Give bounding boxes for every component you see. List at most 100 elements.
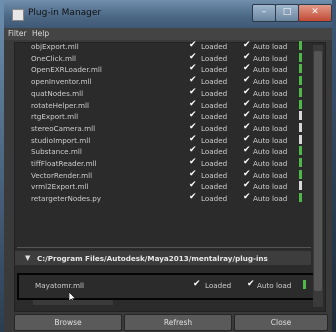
list-item: OneClick.mll ✔ Loaded ✔ Auto load <box>15 52 311 64</box>
auto-load-label: Auto load <box>253 182 288 192</box>
loaded-checkbox[interactable]: ✔ <box>189 111 197 120</box>
loaded-checkbox[interactable]: ✔ <box>189 99 197 108</box>
loaded-checkbox[interactable]: ✔ <box>189 158 197 167</box>
list-item: retargeterNodes.py ✔ Loaded ✔ Auto load <box>15 192 311 204</box>
plugin-info-icon[interactable] <box>299 122 302 132</box>
vertical-scrollbar[interactable] <box>313 45 323 307</box>
loaded-checkbox[interactable]: ✔ <box>189 169 197 178</box>
loaded-checkbox[interactable]: ✔ <box>189 193 197 202</box>
browse-button[interactable]: Browse <box>14 314 122 331</box>
list-item: Substance.mll ✔ Loaded ✔ Auto load <box>15 145 311 157</box>
plugin-info-icon[interactable] <box>299 41 302 50</box>
list-item: stereoCamera.mll ✔ Loaded ✔ Auto load <box>15 122 311 134</box>
plugin-name: OneClick.mll <box>31 53 77 63</box>
auto-load-checkbox[interactable]: ✔ <box>243 193 251 202</box>
loaded-checkbox[interactable]: ✔ <box>189 64 197 73</box>
collapse-arrow-icon[interactable]: ▼ <box>25 254 30 262</box>
title-bar[interactable]: Plug-in Manager – □ ✕ <box>4 0 332 28</box>
auto-load-checkbox[interactable]: ✔ <box>243 99 251 108</box>
maximize-button[interactable]: □ <box>275 4 299 22</box>
list-item: OpenEXRLoader.mll ✔ Loaded ✔ Auto load <box>15 63 311 75</box>
loaded-checkbox[interactable]: ✔ <box>189 122 197 131</box>
plugin-info-icon[interactable] <box>299 169 302 179</box>
auto-load-checkbox[interactable]: ✔ <box>243 76 251 85</box>
auto-load-checkbox[interactable]: ✔ <box>243 134 251 143</box>
auto-load-checkbox[interactable]: ✔ <box>243 87 251 96</box>
loaded-checkbox[interactable]: ✔ <box>189 76 197 85</box>
loaded-checkbox[interactable]: ✔ <box>189 146 197 155</box>
auto-load-checkbox[interactable]: ✔ <box>243 158 251 167</box>
loaded-label: Loaded <box>201 53 228 63</box>
plugin-folder-header[interactable]: ▼ C:/Program Files/Autodesk/Maya2013/men… <box>15 251 311 265</box>
highlight-box: Mayatomr.mll ✔ Loaded ✔ Auto load <box>17 273 317 303</box>
plugin-name: VectorRender.mll <box>31 170 93 180</box>
loaded-label: Loaded <box>201 170 228 180</box>
plugin-info-icon[interactable] <box>299 158 302 167</box>
plugin-name: OpenEXRLoader.mll <box>31 65 102 75</box>
window-title: Plug-in Manager <box>28 8 102 18</box>
plugin-info-icon[interactable] <box>299 52 302 62</box>
loaded-checkbox[interactable]: ✔ <box>189 41 197 50</box>
plugin-info-icon[interactable] <box>299 64 302 74</box>
auto-load-checkbox[interactable]: ✔ <box>243 64 251 73</box>
auto-load-label: Auto load <box>253 123 288 133</box>
scrollbar-thumb[interactable] <box>314 51 322 291</box>
auto-load-label: Auto load <box>253 159 288 168</box>
list-item: openInventor.mll ✔ Loaded ✔ Auto load <box>15 75 311 87</box>
loaded-label: Loaded <box>201 88 228 98</box>
plugin-info-icon[interactable] <box>299 99 302 109</box>
auto-load-label: Auto load <box>253 100 288 110</box>
plugin-info-icon[interactable] <box>299 87 302 97</box>
loaded-label: Loaded <box>201 135 228 145</box>
list-item: rotateHelper.mll ✔ Loaded ✔ Auto load <box>15 99 311 111</box>
loaded-label: Loaded <box>201 112 228 122</box>
plugin-folder-path: C:/Program Files/Autodesk/Maya2013/menta… <box>37 254 268 263</box>
window-frame-left <box>0 0 4 332</box>
plugin-name: Mayatomr.mll <box>35 281 85 290</box>
minimize-button[interactable]: – <box>252 4 276 22</box>
plugin-name: openInventor.mll <box>31 77 92 87</box>
auto-load-label: Auto load <box>253 65 288 75</box>
plugin-name: rotateHelper.mll <box>31 100 90 110</box>
auto-load-checkbox[interactable]: ✔ <box>243 146 251 155</box>
close-button[interactable]: Close <box>234 314 328 331</box>
plugin-info-icon[interactable] <box>299 146 302 156</box>
auto-load-checkbox[interactable]: ✔ <box>243 122 251 131</box>
loaded-label: Loaded <box>201 182 228 192</box>
loaded-checkbox[interactable]: ✔ <box>193 280 201 289</box>
plugin-info-icon[interactable] <box>299 111 302 121</box>
loaded-checkbox[interactable]: ✔ <box>189 87 197 96</box>
plugin-list-panel: objExport.mll ✔ Loaded ✔ Auto load OneClick.m… <box>14 40 326 312</box>
auto-load-checkbox[interactable]: ✔ <box>243 181 251 190</box>
loaded-label: Loaded <box>201 194 228 204</box>
loaded-checkbox[interactable]: ✔ <box>189 52 197 61</box>
auto-load-checkbox[interactable]: ✔ <box>243 169 251 178</box>
loaded-label: Loaded <box>201 77 228 87</box>
plugin-info-icon[interactable] <box>299 134 302 144</box>
auto-load-checkbox[interactable]: ✔ <box>247 280 255 289</box>
refresh-button[interactable]: Refresh <box>124 314 232 331</box>
loaded-checkbox[interactable]: ✔ <box>189 134 197 143</box>
auto-load-checkbox[interactable]: ✔ <box>243 52 251 61</box>
menu-filter[interactable]: Filter <box>8 29 27 38</box>
plugin-name: objExport.mll <box>31 42 79 51</box>
auto-load-checkbox[interactable]: ✔ <box>243 41 251 50</box>
list-item: tiffFloatReader.mll ✔ Loaded ✔ Auto load <box>15 157 311 169</box>
plugin-name: rtgExport.mll <box>31 112 79 122</box>
list-item: vrml2Export.mll ✔ Loaded ✔ Auto load <box>15 180 311 192</box>
list-item: VectorRender.mll ✔ Loaded ✔ Auto load <box>15 169 311 181</box>
auto-load-label: Auto load <box>253 194 288 204</box>
loaded-label: Loaded <box>201 159 228 168</box>
plugin-info-icon[interactable] <box>303 280 306 289</box>
plugin-info-icon[interactable] <box>299 76 302 86</box>
list-item: Mayatomr.mll ✔ Loaded ✔ Auto load <box>19 279 315 291</box>
auto-load-checkbox[interactable]: ✔ <box>243 111 251 120</box>
list-item: objExport.mll ✔ Loaded ✔ Auto load <box>15 40 311 52</box>
loaded-checkbox[interactable]: ✔ <box>189 181 197 190</box>
plugin-info-icon[interactable] <box>299 193 302 203</box>
plugin-info-icon[interactable] <box>299 181 302 191</box>
close-window-button[interactable]: ✕ <box>298 4 332 22</box>
next-section-header <box>33 300 113 305</box>
menu-help[interactable]: Help <box>32 29 49 38</box>
loaded-label: Loaded <box>201 123 228 133</box>
